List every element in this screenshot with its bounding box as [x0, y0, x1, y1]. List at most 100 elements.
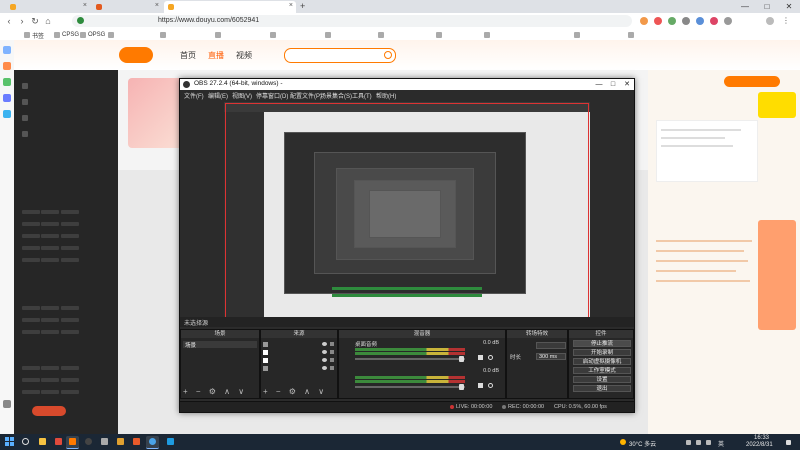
sidebar-item[interactable] — [22, 82, 31, 91]
extension-icon[interactable] — [696, 17, 704, 25]
reload-icon[interactable]: ↻ — [30, 16, 40, 26]
weather-text[interactable]: 30°C 多云 — [629, 439, 656, 448]
volume-slider[interactable] — [355, 384, 465, 390]
side-panel-icon[interactable] — [3, 62, 11, 70]
settings-button[interactable]: 设置 — [573, 376, 631, 383]
promo-ad[interactable] — [758, 220, 796, 330]
sidebar-category-row[interactable] — [22, 366, 79, 373]
sidebar-category-row[interactable] — [22, 330, 79, 337]
lock-icon[interactable] — [330, 358, 334, 362]
sidebar-action-button[interactable] — [32, 406, 66, 416]
taskbar-app[interactable] — [130, 436, 143, 448]
sidebar-item[interactable] — [22, 98, 31, 107]
new-tab-button[interactable]: + — [300, 1, 305, 11]
side-panel-settings-icon[interactable] — [3, 400, 11, 408]
volume-slider-thumb[interactable] — [459, 356, 464, 362]
source-item[interactable] — [263, 349, 335, 356]
source-item[interactable] — [263, 365, 335, 372]
browser-tab-2[interactable]: × — [92, 1, 162, 13]
obs-maximize-button[interactable]: □ — [606, 79, 620, 90]
visibility-eye-icon[interactable] — [322, 366, 327, 370]
weather-icon[interactable] — [620, 439, 626, 445]
bookmark-item[interactable]: OPSG — [80, 31, 105, 39]
taskbar-app[interactable] — [98, 436, 111, 448]
taskbar-app-obs[interactable] — [82, 436, 95, 448]
bookmark-item[interactable] — [325, 31, 333, 39]
transition-select[interactable] — [536, 342, 566, 349]
minimize-button[interactable]: — — [734, 0, 756, 13]
taskbar-app-explorer[interactable] — [36, 436, 49, 448]
scenes-dock-toolbar[interactable]: + − ⚙ ∧ ∨ — [183, 387, 247, 396]
extension-icon[interactable] — [668, 17, 676, 25]
bookmark-item[interactable]: 书签 — [24, 31, 44, 40]
start-recording-button[interactable]: 开始录制 — [573, 349, 631, 356]
volume-icon[interactable] — [706, 440, 711, 445]
side-panel-icon[interactable] — [3, 46, 11, 54]
taskbar-app[interactable] — [164, 436, 177, 448]
sidebar-category-row[interactable] — [22, 246, 79, 253]
volume-slider[interactable] — [355, 356, 465, 362]
visibility-eye-icon[interactable] — [322, 350, 327, 354]
obs-menu-file[interactable]: 文件(F) — [184, 91, 204, 100]
browser-menu-icon[interactable]: ⋮ — [782, 17, 790, 25]
extension-icon[interactable] — [710, 17, 718, 25]
nav-home[interactable]: 首页 — [180, 50, 196, 60]
close-button[interactable]: ✕ — [778, 0, 800, 13]
bookmark-item[interactable] — [484, 31, 492, 39]
extension-icon[interactable] — [640, 17, 648, 25]
extension-icon[interactable] — [682, 17, 690, 25]
tab-close-icon[interactable]: × — [289, 2, 293, 9]
taskbar-search-icon[interactable] — [22, 438, 29, 445]
home-icon[interactable]: ⌂ — [43, 16, 53, 26]
bookmark-item[interactable] — [436, 31, 444, 39]
sidebar-category-row[interactable] — [22, 318, 79, 325]
forward-icon[interactable]: › — [17, 16, 27, 26]
sidebar-category-row[interactable] — [22, 210, 79, 217]
studio-mode-button[interactable]: 工作室模式 — [573, 367, 631, 374]
bookmark-item[interactable] — [378, 31, 386, 39]
side-panel-icon[interactable] — [3, 94, 11, 102]
source-item[interactable] — [263, 357, 335, 364]
bookmark-item[interactable] — [215, 31, 223, 39]
taskbar-app-douyu[interactable] — [66, 436, 79, 449]
maximize-button[interactable]: □ — [756, 0, 778, 13]
visibility-eye-icon[interactable] — [322, 358, 327, 362]
back-icon[interactable]: ‹ — [4, 16, 14, 26]
extension-icon[interactable] — [724, 17, 732, 25]
lock-icon[interactable] — [330, 366, 334, 370]
tab-close-icon[interactable]: × — [83, 2, 87, 9]
start-button[interactable] — [5, 437, 15, 447]
taskbar-app-chrome[interactable] — [146, 436, 159, 449]
input-language[interactable]: 英 — [718, 439, 724, 448]
volume-slider-thumb[interactable] — [459, 384, 464, 390]
search-icon[interactable] — [384, 51, 392, 59]
nav-live[interactable]: 直播 — [208, 50, 224, 60]
start-virtual-camera-button[interactable]: 启动虚拟摄像机 — [573, 358, 631, 365]
bookmark-item[interactable] — [574, 31, 582, 39]
sidebar-item[interactable] — [22, 114, 31, 123]
tab-close-icon[interactable]: × — [155, 2, 159, 9]
scene-item[interactable]: 场景 — [183, 341, 257, 349]
sidebar-category-row[interactable] — [22, 258, 79, 265]
gear-icon[interactable] — [488, 355, 493, 360]
sidebar-category-row[interactable] — [22, 222, 79, 229]
bookmark-item[interactable] — [628, 31, 636, 39]
taskbar-app[interactable] — [114, 436, 127, 448]
stop-streaming-button[interactable]: 停止推流 — [573, 340, 631, 347]
obs-preview[interactable] — [224, 102, 590, 328]
clock-time[interactable]: 16:33 — [754, 435, 769, 441]
exit-button[interactable]: 退出 — [573, 385, 631, 392]
sidebar-category-row[interactable] — [22, 234, 79, 241]
obs-minimize-button[interactable]: — — [592, 79, 606, 90]
sidebar-category-row[interactable] — [22, 390, 79, 397]
tray-chevron-icon[interactable] — [686, 440, 691, 445]
source-item[interactable] — [263, 341, 335, 348]
visibility-eye-icon[interactable] — [322, 342, 327, 346]
notification-icon[interactable] — [786, 440, 791, 445]
bookmark-item[interactable]: CPSG — [54, 31, 79, 39]
speaker-icon[interactable] — [478, 383, 483, 388]
douyu-logo[interactable] — [119, 47, 153, 63]
obs-menu-edit[interactable]: 编辑(E) — [208, 91, 228, 100]
bookmark-item[interactable] — [160, 31, 168, 39]
obs-close-button[interactable]: ✕ — [620, 79, 634, 90]
